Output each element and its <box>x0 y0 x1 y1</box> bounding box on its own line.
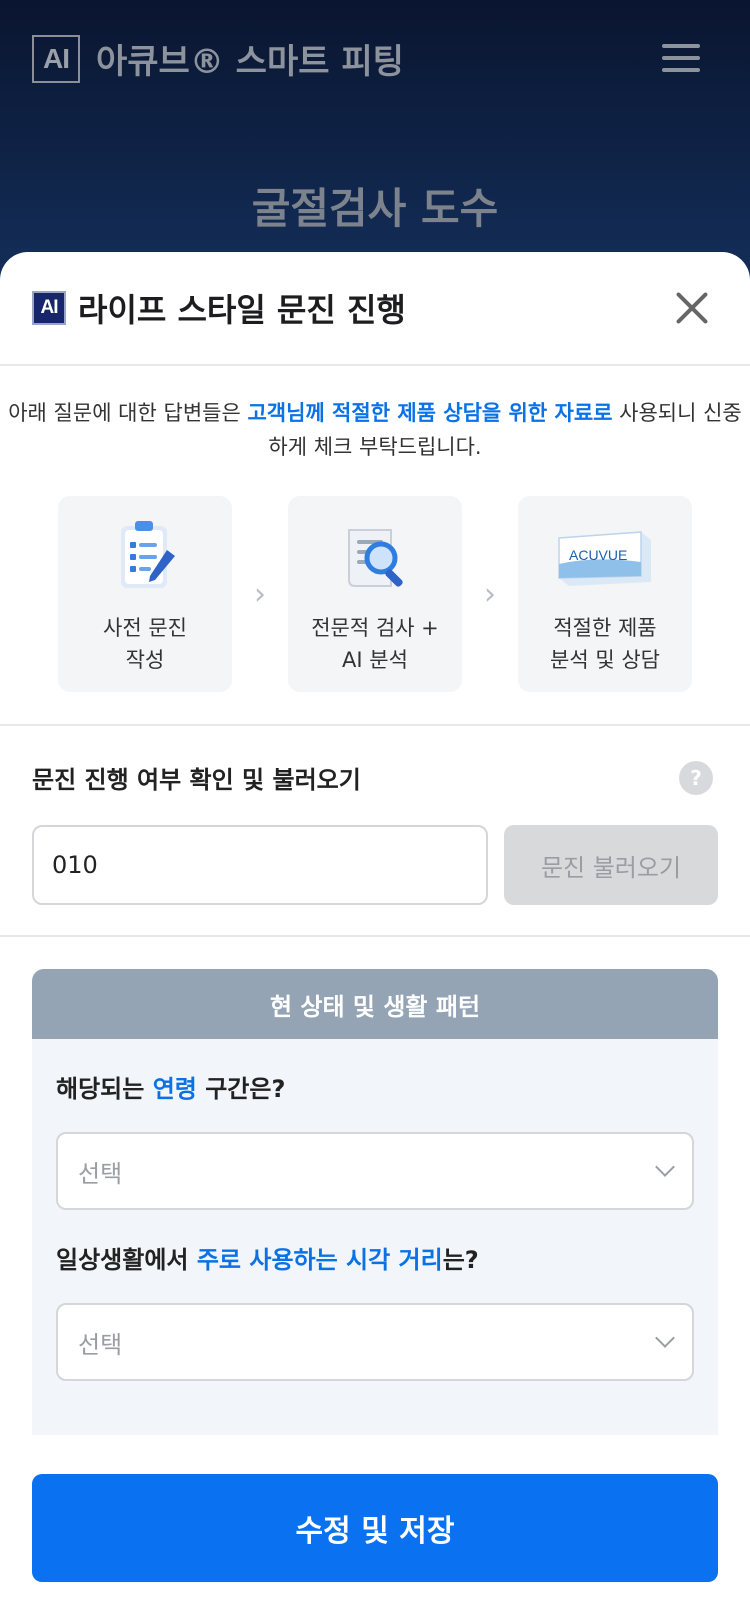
acuvue-box-icon: ACUVUE <box>558 531 651 586</box>
help-icon[interactable]: ? <box>679 760 713 795</box>
age-select[interactable]: 선택 <box>56 1132 694 1210</box>
phone-input[interactable] <box>32 825 488 905</box>
lifestyle-card: 현 상태 및 생활 패턴 해당되는 연령 구간은? 선택 일상생활에서 주로 사… <box>32 969 718 1435</box>
sheet-title: 라이프 스타일 문진 진행 <box>78 291 406 329</box>
svg-text:ACUVUE: ACUVUE <box>569 547 627 563</box>
lifestyle-survey-sheet: AI 라이프 스타일 문진 진행 아래 질문에 대한 답변들은 고객님께 적절한… <box>0 252 750 1624</box>
app-title: 아큐브® 스마트 피팅 <box>96 42 404 82</box>
menu-icon[interactable] <box>662 44 700 72</box>
question-age: 해당되는 연령 구간은? 선택 <box>32 1039 718 1210</box>
intro-highlight: 고객님께 적절한 제품 상담을 위한 자료로 <box>247 401 613 425</box>
step-arrow-icon: › <box>254 576 266 612</box>
load-survey-button[interactable]: 문진 불러오기 <box>504 825 718 905</box>
sheet-header: AI 라이프 스타일 문진 진행 <box>0 252 750 366</box>
visual-distance-select[interactable]: 선택 <box>56 1303 694 1381</box>
divider <box>0 935 750 937</box>
background-page-title: 굴절검사 도수 <box>251 184 499 233</box>
question-visual-distance: 일상생활에서 주로 사용하는 시각 거리는? 선택 <box>32 1210 718 1381</box>
step-card-analysis: 전문적 검사 + AI 분석 <box>288 496 462 692</box>
step-arrow-icon: › <box>484 576 496 612</box>
process-steps: 사전 문진 작성 › 전문적 검사 + AI 분석 › ACUVUE 적절한 제… <box>0 496 750 692</box>
save-bar: 수정 및 저장 <box>0 1474 750 1624</box>
step-card-survey: 사전 문진 작성 <box>58 496 232 692</box>
intro-text: 아래 질문에 대한 답변들은 고객님께 적절한 제품 상담을 위한 자료로 사용… <box>8 401 742 459</box>
ai-logo-icon: AI <box>32 34 80 83</box>
chevron-down-icon <box>655 1328 675 1348</box>
app-header: AI 아큐브® 스마트 피팅 <box>32 34 404 83</box>
clipboard-icon <box>121 521 175 588</box>
chevron-down-icon <box>655 1157 675 1177</box>
close-icon[interactable] <box>674 290 710 326</box>
survey-load-section: 문진 진행 여부 확인 및 불러오기 ? 문진 불러오기 <box>0 726 750 935</box>
card-header: 현 상태 및 생활 패턴 <box>32 969 718 1039</box>
save-button[interactable]: 수정 및 저장 <box>32 1474 718 1582</box>
ai-badge-icon: AI <box>32 291 66 325</box>
load-section-title: 문진 진행 여부 확인 및 불러오기 <box>32 766 361 794</box>
document-magnifier-icon <box>348 529 403 587</box>
step-card-consult: ACUVUE 적절한 제품 분석 및 상담 <box>518 496 692 692</box>
